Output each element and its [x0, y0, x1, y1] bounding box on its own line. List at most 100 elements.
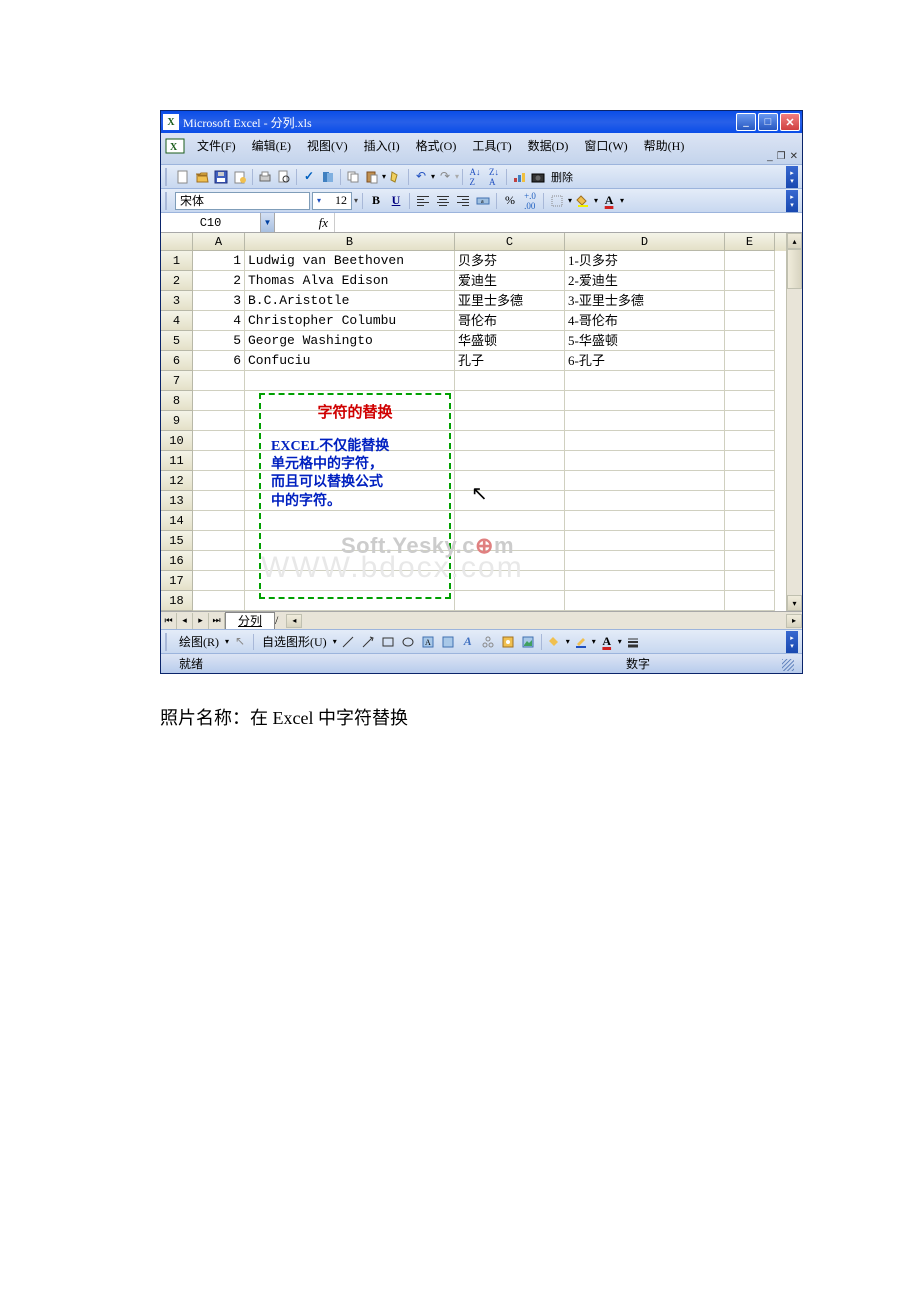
row-header[interactable]: 3 — [161, 291, 193, 311]
col-header-e[interactable]: E — [725, 233, 775, 251]
align-left-icon[interactable] — [414, 192, 432, 210]
col-header-a[interactable]: A — [193, 233, 245, 251]
menu-help[interactable]: 帮助(H) — [636, 135, 693, 156]
cell[interactable]: 1-贝多芬 — [565, 251, 725, 271]
hscroll-left-icon[interactable]: ◂ — [286, 614, 302, 628]
cell[interactable]: 4-哥伦布 — [565, 311, 725, 331]
cell[interactable] — [245, 551, 455, 571]
font-color-icon[interactable]: A — [598, 633, 616, 651]
wordart-icon[interactable]: A — [459, 633, 477, 651]
cell[interactable]: B.C.Aristotle — [245, 291, 455, 311]
cell[interactable] — [565, 391, 725, 411]
research-icon[interactable] — [319, 168, 337, 186]
autoshape-menu[interactable]: 自选图形(U) — [258, 633, 331, 650]
cell[interactable]: George Washingto — [245, 331, 455, 351]
cell[interactable] — [725, 411, 775, 431]
scroll-up-icon[interactable]: ▴ — [787, 233, 802, 249]
menu-insert[interactable]: 插入(I) — [356, 135, 408, 156]
cell[interactable] — [193, 371, 245, 391]
cell[interactable] — [193, 571, 245, 591]
row-header[interactable]: 18 — [161, 591, 193, 611]
print-icon[interactable] — [256, 168, 274, 186]
font-size-drop-icon[interactable]: ▾ — [354, 196, 358, 205]
cell[interactable] — [245, 411, 455, 431]
font-size-select[interactable]: ▾ 12 — [312, 192, 352, 210]
cell[interactable] — [565, 511, 725, 531]
row-header[interactable]: 1 — [161, 251, 193, 271]
chart-icon[interactable] — [510, 168, 528, 186]
cell[interactable] — [565, 451, 725, 471]
cell[interactable] — [455, 431, 565, 451]
cell[interactable] — [455, 491, 565, 511]
textbox-icon[interactable]: A — [419, 633, 437, 651]
draw-menu[interactable]: 绘图(R) — [175, 633, 223, 650]
name-box-drop-icon[interactable]: ▼ — [261, 213, 275, 232]
cell[interactable]: 华盛顿 — [455, 331, 565, 351]
vertical-scrollbar[interactable]: ▴ ▾ — [786, 233, 802, 611]
cell[interactable] — [245, 571, 455, 591]
line-icon[interactable] — [339, 633, 357, 651]
spelling-icon[interactable]: ✓ — [300, 168, 318, 186]
row-header[interactable]: 13 — [161, 491, 193, 511]
menu-data[interactable]: 数据(D) — [520, 135, 577, 156]
formula-input[interactable] — [335, 213, 802, 232]
cell[interactable] — [245, 391, 455, 411]
cell[interactable] — [455, 531, 565, 551]
cell[interactable] — [725, 591, 775, 611]
row-header[interactable]: 11 — [161, 451, 193, 471]
menu-format[interactable]: 格式(O) — [408, 135, 465, 156]
camera-icon[interactable] — [529, 168, 547, 186]
cell[interactable] — [565, 571, 725, 591]
cell[interactable] — [565, 371, 725, 391]
cell[interactable] — [725, 511, 775, 531]
row-header[interactable]: 16 — [161, 551, 193, 571]
cell[interactable] — [565, 551, 725, 571]
toolbar-handle[interactable] — [165, 633, 171, 651]
cell[interactable] — [193, 391, 245, 411]
select-all-corner[interactable] — [161, 233, 193, 251]
cell[interactable] — [565, 471, 725, 491]
cell[interactable] — [565, 491, 725, 511]
cell[interactable] — [725, 311, 775, 331]
cell[interactable] — [565, 591, 725, 611]
cell[interactable] — [725, 251, 775, 271]
cell[interactable]: 6-孔子 — [565, 351, 725, 371]
cell[interactable]: Confuciu — [245, 351, 455, 371]
borders-icon[interactable] — [548, 192, 566, 210]
row-header[interactable]: 15 — [161, 531, 193, 551]
copy-icon[interactable] — [344, 168, 362, 186]
cell[interactable] — [725, 551, 775, 571]
new-icon[interactable] — [174, 168, 192, 186]
paste-icon[interactable] — [363, 168, 381, 186]
cell[interactable] — [565, 431, 725, 451]
rectangle-icon[interactable] — [379, 633, 397, 651]
line-color-icon[interactable] — [572, 633, 590, 651]
cell[interactable]: 2 — [193, 271, 245, 291]
cell[interactable]: 亚里士多德 — [455, 291, 565, 311]
toolbar-expand-icon[interactable]: ▸▾ — [786, 190, 798, 212]
cell[interactable] — [193, 471, 245, 491]
line-style-icon[interactable] — [624, 633, 642, 651]
align-center-icon[interactable] — [434, 192, 452, 210]
vertical-textbox-icon[interactable] — [439, 633, 457, 651]
format-painter-icon[interactable] — [387, 168, 405, 186]
row-header[interactable]: 5 — [161, 331, 193, 351]
cell[interactable] — [193, 551, 245, 571]
row-header[interactable]: 17 — [161, 571, 193, 591]
row-header[interactable]: 12 — [161, 471, 193, 491]
cell[interactable] — [455, 411, 565, 431]
cell[interactable] — [193, 411, 245, 431]
col-header-d[interactable]: D — [565, 233, 725, 251]
cell[interactable] — [193, 591, 245, 611]
cell[interactable] — [455, 471, 565, 491]
hscroll-track[interactable] — [302, 614, 786, 628]
merge-center-icon[interactable]: a — [474, 192, 492, 210]
cell[interactable] — [193, 531, 245, 551]
cell[interactable] — [725, 491, 775, 511]
row-header[interactable]: 4 — [161, 311, 193, 331]
sort-desc-icon[interactable]: Z↓A — [485, 168, 503, 186]
cell[interactable] — [725, 571, 775, 591]
menu-edit[interactable]: 编辑(E) — [244, 135, 299, 156]
row-header[interactable]: 14 — [161, 511, 193, 531]
cell[interactable] — [193, 491, 245, 511]
